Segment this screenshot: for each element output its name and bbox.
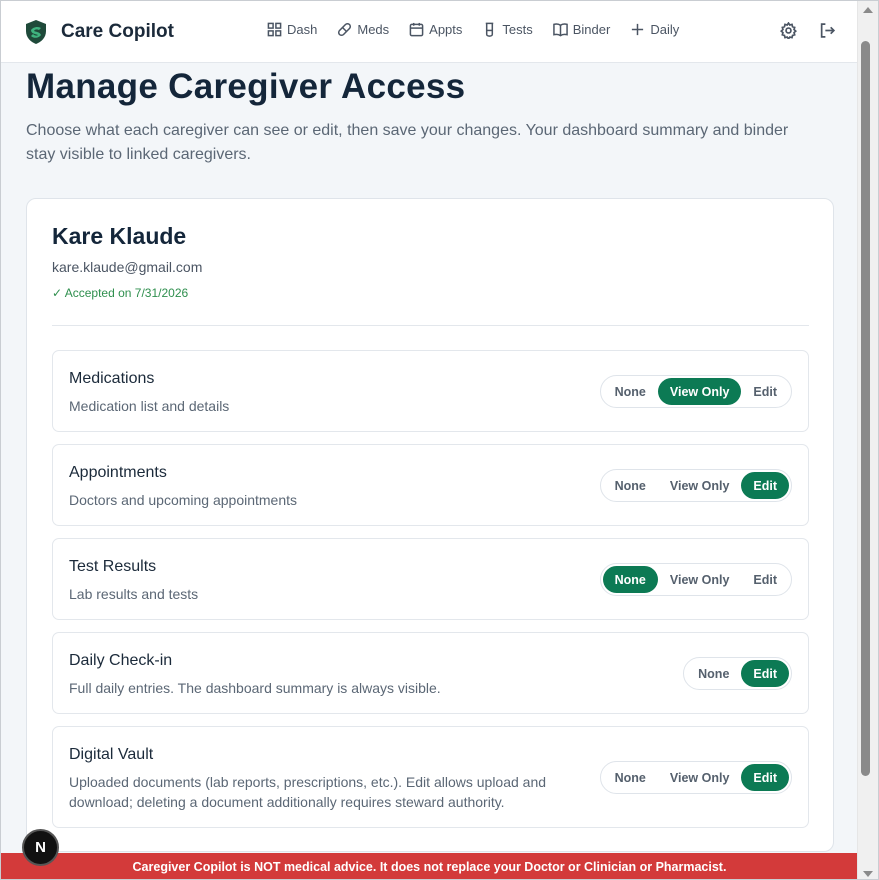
scroll-up-arrow-icon[interactable] xyxy=(863,7,873,13)
permission-description: Medication list and details xyxy=(69,398,230,414)
caregiver-name: Kare Klaude xyxy=(52,223,187,249)
permission-description: Lab results and tests xyxy=(69,586,199,602)
disclaimer-banner: Caregiver Copilot is NOT medical advice.… xyxy=(1,853,858,879)
top-actions xyxy=(780,22,836,39)
permission-title: Appointments xyxy=(69,464,167,481)
option-view-only[interactable]: View Only xyxy=(658,472,742,499)
divider xyxy=(52,325,809,326)
nav-daily-label: Daily xyxy=(650,22,680,37)
permission-description: Doctors and upcoming appointments xyxy=(69,492,298,508)
option-edit[interactable]: Edit xyxy=(741,660,789,687)
book-icon xyxy=(552,23,568,37)
option-view-only[interactable]: View Only xyxy=(657,378,742,405)
brand-name: Care Copilot xyxy=(61,21,174,42)
permission-digital-vault: Digital Vault Uploaded documents (lab re… xyxy=(52,726,809,828)
caregiver-email: kare.klaude@gmail.com xyxy=(52,259,203,275)
option-edit[interactable]: Edit xyxy=(741,764,789,791)
vertical-scrollbar[interactable] xyxy=(857,1,878,879)
permission-daily-check-in: Daily Check-in Full daily entries. The d… xyxy=(52,632,809,714)
access-toggle: None View Only Edit xyxy=(599,761,792,794)
calendar-icon xyxy=(409,22,424,37)
scroll-down-arrow-icon[interactable] xyxy=(863,871,873,877)
option-edit[interactable]: Edit xyxy=(741,566,789,593)
access-toggle: None Edit xyxy=(683,657,792,690)
option-none[interactable]: None xyxy=(603,378,658,405)
permission-appointments: Appointments Doctors and upcoming appoin… xyxy=(52,444,809,526)
option-none[interactable]: None xyxy=(686,660,741,687)
top-navigation: Care Copilot Dash Meds Appts Tests Binde… xyxy=(1,1,858,63)
access-toggle: None View Only Edit xyxy=(599,375,792,408)
gear-icon[interactable] xyxy=(780,22,797,39)
nav-appts[interactable]: Appts xyxy=(409,22,462,37)
plus-icon xyxy=(632,23,644,36)
option-edit[interactable]: Edit xyxy=(741,378,789,405)
nav-daily[interactable]: Daily xyxy=(630,22,679,37)
nav-binder[interactable]: Binder xyxy=(552,22,611,37)
shield-logo-icon xyxy=(26,20,46,44)
permission-test-results: Test Results Lab results and tests None … xyxy=(52,538,809,620)
app-window: Care Copilot Dash Meds Appts Tests Binde… xyxy=(0,0,879,880)
permission-description: Full daily entries. The dashboard summar… xyxy=(69,680,441,696)
page-subtitle: Choose what each caregiver can see or ed… xyxy=(26,122,789,163)
nav-meds-label: Meds xyxy=(357,22,390,37)
option-edit[interactable]: Edit xyxy=(741,472,789,499)
brand[interactable]: Care Copilot xyxy=(25,19,174,45)
dev-tools-badge[interactable]: N xyxy=(22,829,59,866)
grid-icon xyxy=(267,22,282,37)
option-none[interactable]: None xyxy=(603,764,658,791)
caregiver-card: Kare Klaude kare.klaude@gmail.com ✓ Acce… xyxy=(26,198,834,852)
option-none[interactable]: None xyxy=(603,472,658,499)
nav-meds[interactable]: Meds xyxy=(337,22,389,37)
page-title: Manage Caregiver Access xyxy=(26,67,466,106)
nav-dash-label: Dash xyxy=(287,22,318,37)
caregiver-status: ✓ Accepted on 7/31/2026 xyxy=(52,286,189,300)
nav-binder-label: Binder xyxy=(572,22,611,37)
permission-title: Digital Vault xyxy=(69,746,154,763)
option-view-only[interactable]: View Only xyxy=(658,764,742,791)
access-toggle: None View Only Edit xyxy=(599,469,792,502)
permission-medications: Medications Medication list and details … xyxy=(52,350,809,432)
scroll-thumb[interactable] xyxy=(861,41,870,776)
nav-tests[interactable]: Tests xyxy=(482,22,533,37)
option-none[interactable]: None xyxy=(602,566,658,593)
logout-icon[interactable] xyxy=(819,22,836,39)
permission-title: Medications xyxy=(69,370,155,387)
nav-dash[interactable]: Dash xyxy=(267,22,317,37)
permission-title: Daily Check-in xyxy=(69,652,173,669)
test-tube-icon xyxy=(486,22,494,37)
nav-appts-label: Appts xyxy=(429,22,463,37)
pill-icon xyxy=(338,22,352,37)
nav-tests-label: Tests xyxy=(502,22,533,37)
access-toggle: None View Only Edit xyxy=(599,563,792,596)
main-nav: Dash Meds Appts Tests Binder Daily xyxy=(267,22,679,37)
option-view-only[interactable]: View Only xyxy=(658,566,742,593)
permission-description: Uploaded documents (lab reports, prescri… xyxy=(69,774,547,810)
permission-title: Test Results xyxy=(69,558,157,575)
